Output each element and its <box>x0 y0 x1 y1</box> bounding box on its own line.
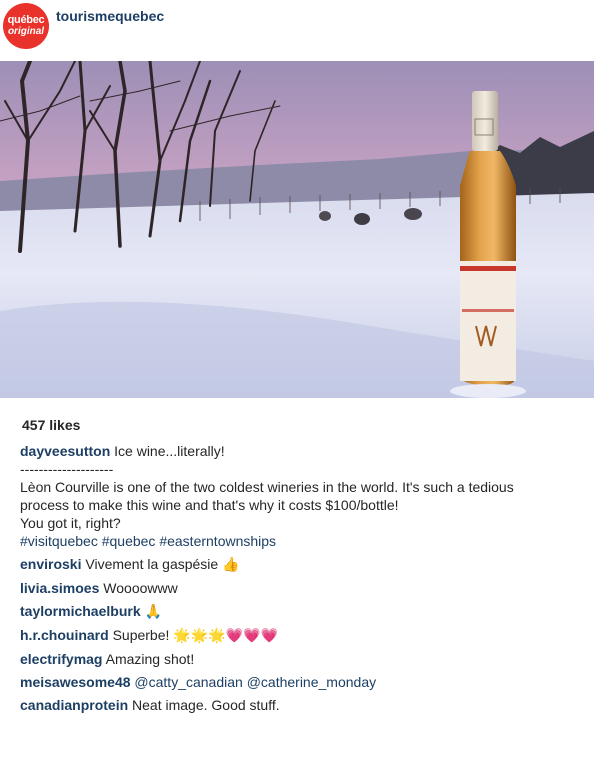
comment-item: enviroski Vivement la gaspésie 👍 <box>20 555 580 574</box>
praying-hands-icon: 🙏 <box>144 604 162 620</box>
post-photo[interactable] <box>0 61 594 398</box>
avatar-logo-subtext: original <box>7 26 45 37</box>
stars-hearts-icon: 🌟🌟🌟💗💗💗 <box>173 628 278 644</box>
comment-item: electrifymag Amazing shot! <box>20 650 580 668</box>
avatar[interactable]: québec original <box>3 3 49 49</box>
likes-count[interactable]: 457 likes <box>22 417 80 433</box>
comment-text: Neat image. Good stuff. <box>132 697 280 713</box>
account-username-link[interactable]: tourismequebec <box>56 8 164 24</box>
caption-hashtags[interactable]: #visitquebec #quebec #easterntownships <box>20 533 276 549</box>
caption-divider: -------------------- <box>20 461 114 477</box>
comment-username-link[interactable]: enviroski <box>20 556 81 572</box>
comment-text: Vivement la gaspésie <box>85 556 219 572</box>
comment-mentions[interactable]: @catty_canadian @catherine_monday <box>134 674 376 690</box>
comment-username-link[interactable]: canadianprotein <box>20 697 128 713</box>
caption-username-link[interactable]: dayveesutton <box>20 443 110 459</box>
comment-username-link[interactable]: electrifymag <box>20 651 102 667</box>
post-header: québec original tourismequebec <box>0 0 594 58</box>
caption-body: Lèon Courville is one of the two coldest… <box>20 479 514 531</box>
comment-username-link[interactable]: taylormichaelburk <box>20 603 141 619</box>
caption: dayveesutton Ice wine...literally! -----… <box>20 442 580 550</box>
comment-list: dayveesutton Ice wine...literally! -----… <box>20 442 580 719</box>
comment-text: Woooowww <box>103 580 178 596</box>
comment-item: livia.simoes Woooowww <box>20 579 580 597</box>
comment-username-link[interactable]: h.r.chouinard <box>20 627 109 643</box>
comment-item: taylormichaelburk 🙏 <box>20 602 580 621</box>
avatar-logo-text: québec <box>7 14 45 26</box>
thumbs-up-icon: 👍 <box>222 557 240 573</box>
caption-title: Ice wine...literally! <box>114 443 225 459</box>
comment-item: h.r.chouinard Superbe! 🌟🌟🌟💗💗💗 <box>20 626 580 645</box>
comment-username-link[interactable]: livia.simoes <box>20 580 99 596</box>
comment-item: meisawesome48 @catty_canadian @catherine… <box>20 673 580 691</box>
comment-text: Amazing shot! <box>105 651 195 667</box>
comment-username-link[interactable]: meisawesome48 <box>20 674 131 690</box>
comment-text: Superbe! <box>112 627 170 643</box>
comment-item: canadianprotein Neat image. Good stuff. <box>20 696 580 714</box>
